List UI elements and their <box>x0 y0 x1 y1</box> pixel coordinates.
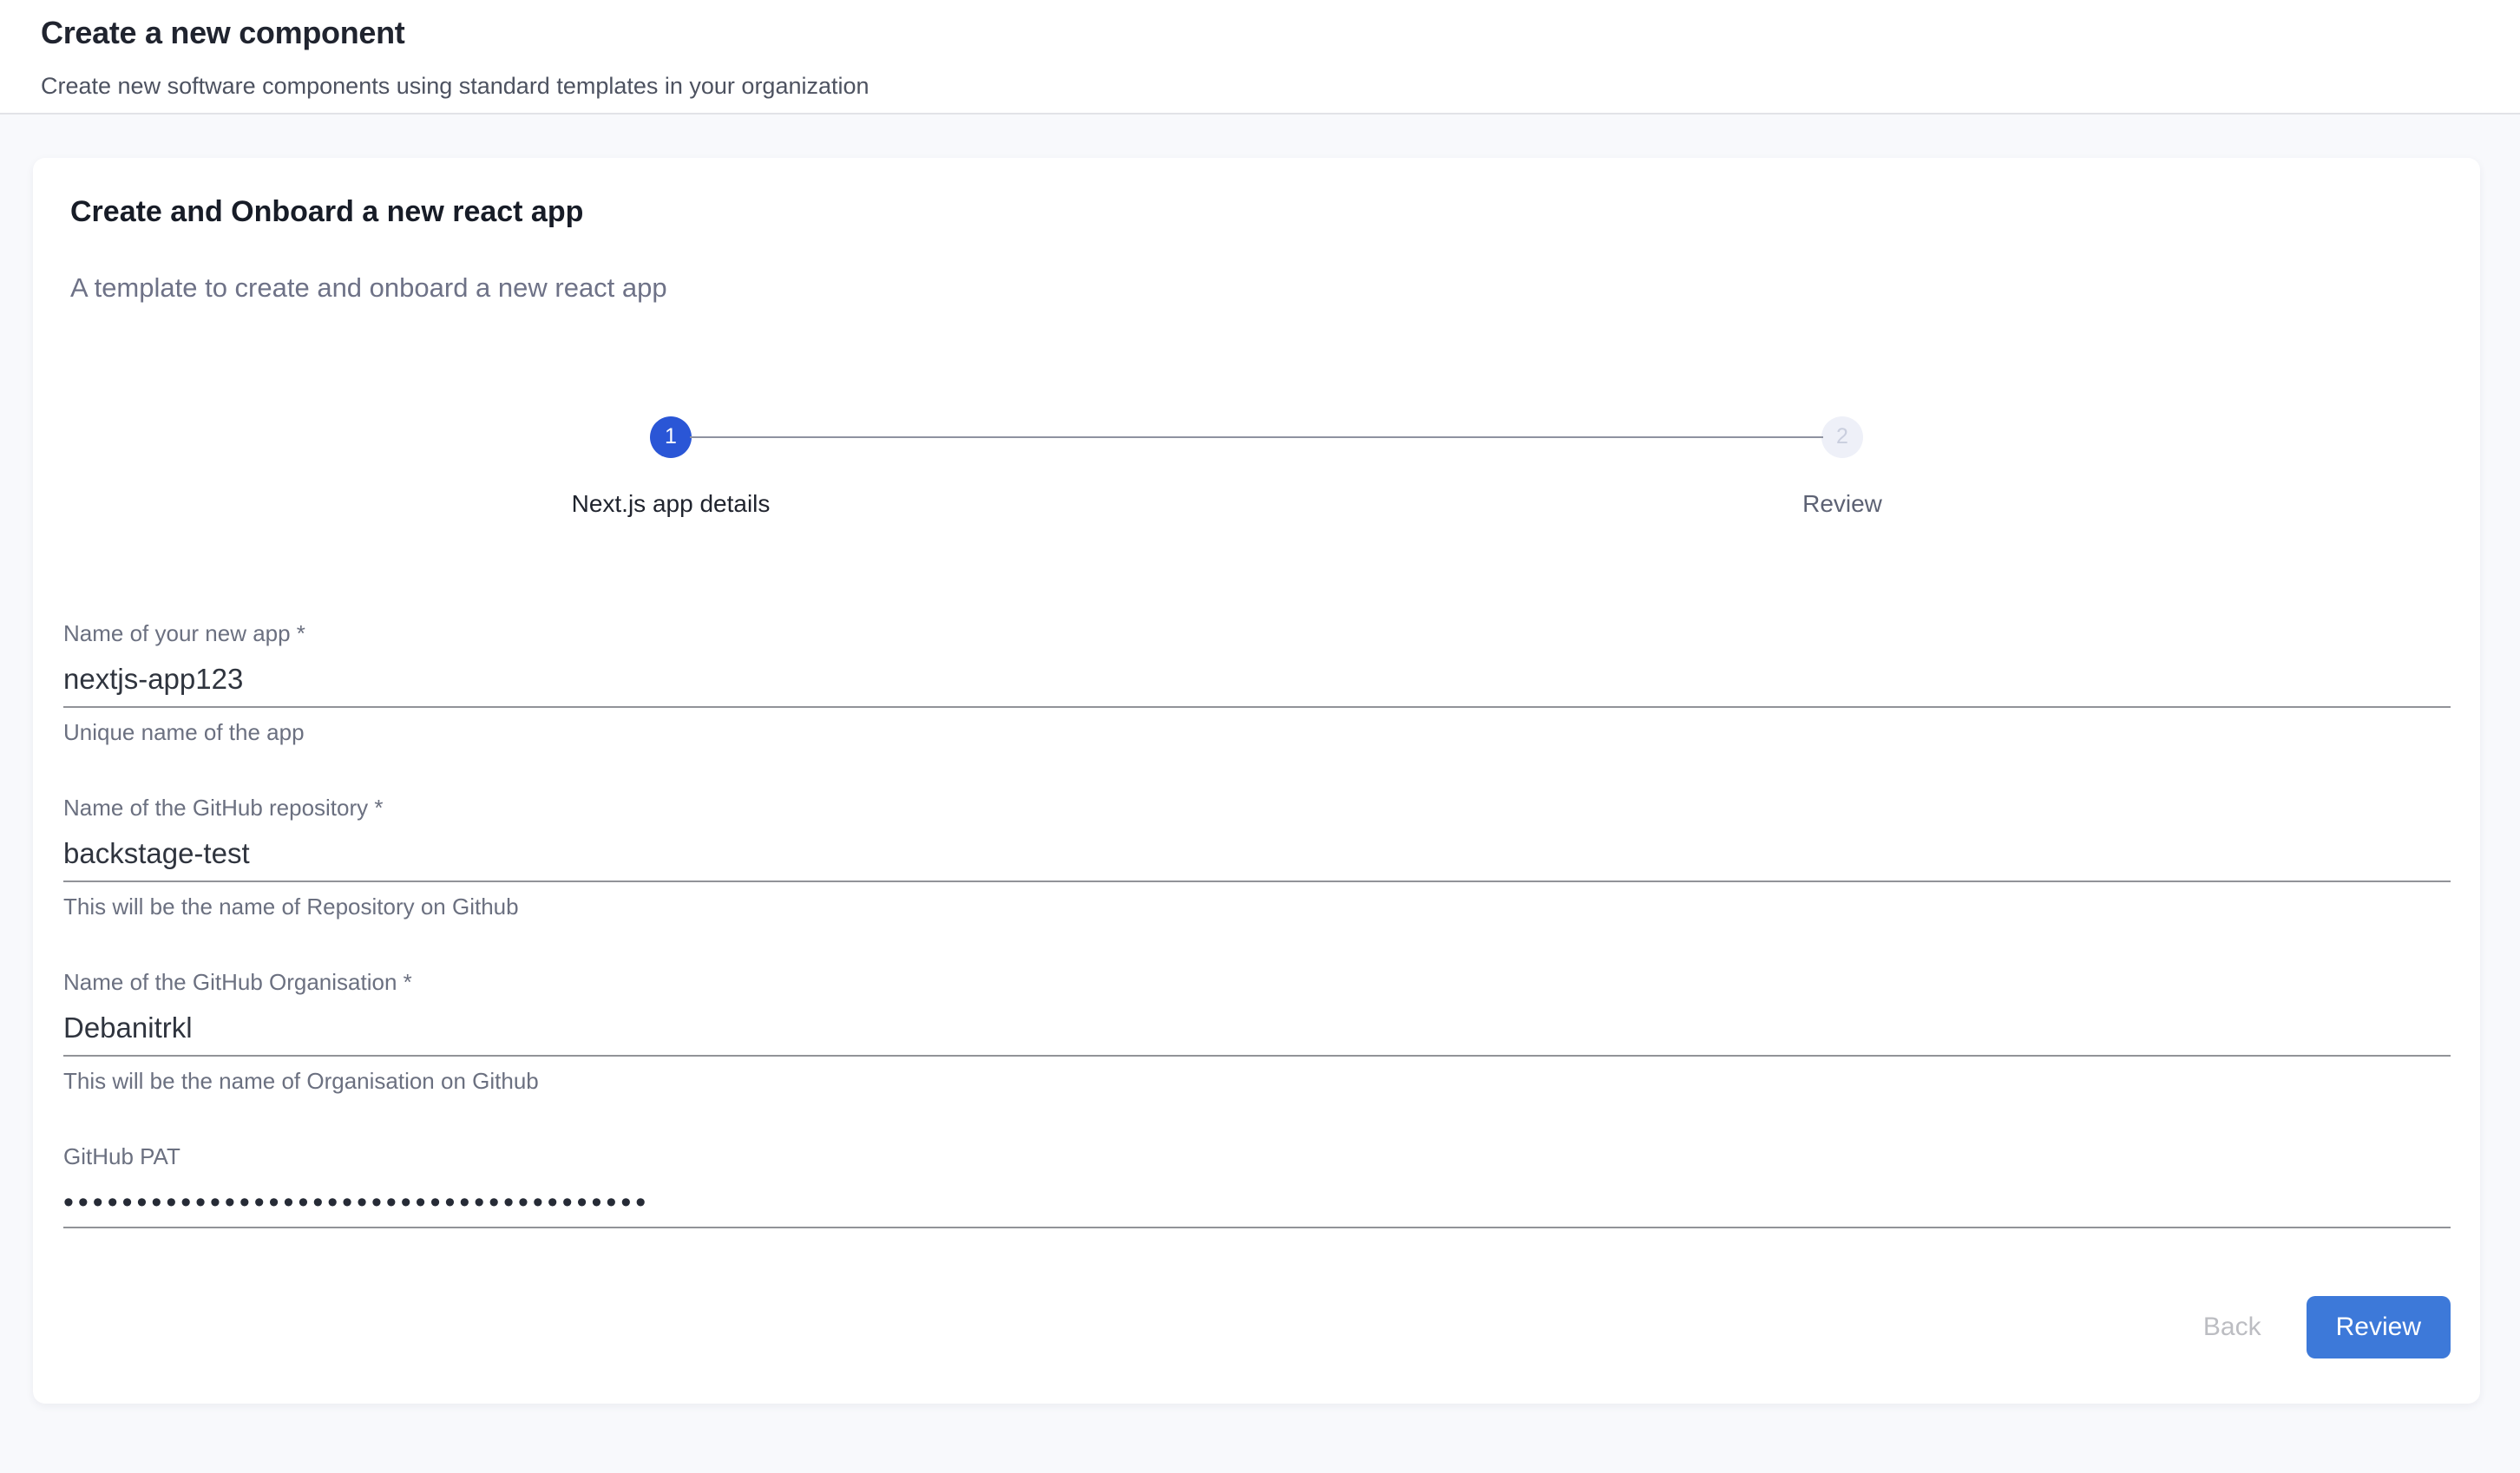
github-pat-label: GitHub PAT <box>63 1142 2451 1171</box>
stepper: 1 Next.js app details 2 Review <box>33 416 2480 519</box>
github-repo-input[interactable] <box>63 835 2451 882</box>
github-org-input[interactable] <box>63 1010 2451 1057</box>
app-name-input[interactable] <box>63 661 2451 708</box>
form-actions: Back Review <box>33 1296 2480 1386</box>
back-button[interactable]: Back <box>2179 1296 2286 1358</box>
review-button[interactable]: Review <box>2307 1296 2451 1358</box>
step-review: 2 Review <box>1257 416 2428 519</box>
github-repo-helper: This will be the name of Repository on G… <box>63 893 2451 921</box>
step-2-label: Review <box>1802 489 1882 519</box>
form-field-github-pat: GitHub PAT <box>63 1142 2451 1229</box>
form-field-app-name: Name of your new app * Unique name of th… <box>63 619 2451 747</box>
stepper-connector-line <box>690 436 1823 438</box>
step-2-indicator: 2 <box>1821 416 1863 458</box>
card-title: Create and Onboard a new react app <box>70 194 2480 230</box>
step-1-indicator: 1 <box>650 416 692 458</box>
form-field-github-repo: Name of the GitHub repository * This wil… <box>63 794 2451 921</box>
step-1-label: Next.js app details <box>572 489 771 519</box>
github-pat-input[interactable] <box>63 1184 2451 1228</box>
page: Create a new component Create new softwa… <box>0 0 2520 1473</box>
page-title: Create a new component <box>41 14 2520 51</box>
card-subtitle: A template to create and onboard a new r… <box>70 272 2480 304</box>
step-nextjs-app-details: 1 Next.js app details <box>85 416 1257 519</box>
content-area: Create and Onboard a new react app A tem… <box>0 115 2520 1473</box>
page-subtitle: Create new software components using sta… <box>41 72 2520 100</box>
app-name-helper: Unique name of the app <box>63 718 2451 747</box>
github-org-label: Name of the GitHub Organisation * <box>63 968 2451 997</box>
app-name-label: Name of your new app * <box>63 619 2451 648</box>
github-org-helper: This will be the name of Organisation on… <box>63 1067 2451 1096</box>
github-repo-label: Name of the GitHub repository * <box>63 794 2451 822</box>
template-form: Name of your new app * Unique name of th… <box>33 619 2480 1229</box>
page-header: Create a new component Create new softwa… <box>0 0 2520 115</box>
template-card: Create and Onboard a new react app A tem… <box>33 158 2480 1404</box>
form-field-github-org: Name of the GitHub Organisation * This w… <box>63 968 2451 1096</box>
